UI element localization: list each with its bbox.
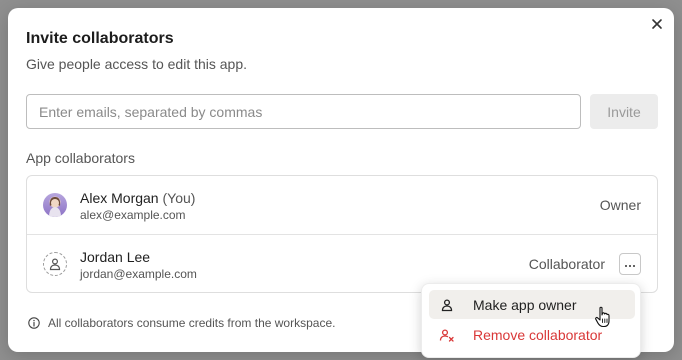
collaborators-list: Alex Morgan (You) alex@example.com Owner…	[26, 175, 658, 293]
collaborators-section-label: App collaborators	[26, 150, 135, 166]
close-icon	[651, 17, 663, 35]
dialog-title: Invite collaborators	[26, 30, 174, 47]
dialog-subtitle: Give people access to edit this app.	[26, 56, 248, 72]
credits-note-text: All collaborators consume credits from t…	[48, 316, 336, 330]
you-label: (You)	[162, 190, 196, 206]
credits-note: All collaborators consume credits from t…	[28, 316, 335, 330]
more-horizontal-icon	[624, 255, 636, 273]
email-input[interactable]	[26, 94, 581, 129]
collaborator-role: Owner	[599, 197, 641, 213]
collaborator-name-text: Alex Morgan	[80, 190, 159, 206]
person-placeholder-icon	[43, 252, 67, 276]
invite-button[interactable]: Invite	[590, 94, 658, 129]
info-icon	[28, 317, 40, 329]
make-app-owner-label: Make app owner	[473, 296, 577, 313]
collaborator-email: alex@example.com	[80, 208, 186, 222]
more-options-button[interactable]	[619, 253, 641, 275]
collaborator-role: Collaborator	[528, 256, 605, 272]
person-icon	[439, 297, 455, 313]
remove-collaborator-label: Remove collaborator	[473, 326, 603, 343]
collaborator-name: Alex Morgan (You)	[80, 190, 195, 206]
collaborator-row: Alex Morgan (You) alex@example.com Owner	[27, 176, 657, 235]
collaborator-name: Jordan Lee	[80, 249, 151, 265]
close-button[interactable]	[648, 17, 666, 35]
collaborator-email: jordan@example.com	[80, 267, 197, 281]
hand-pointer-icon	[594, 306, 612, 328]
remove-person-icon	[439, 327, 455, 343]
avatar	[43, 193, 67, 217]
